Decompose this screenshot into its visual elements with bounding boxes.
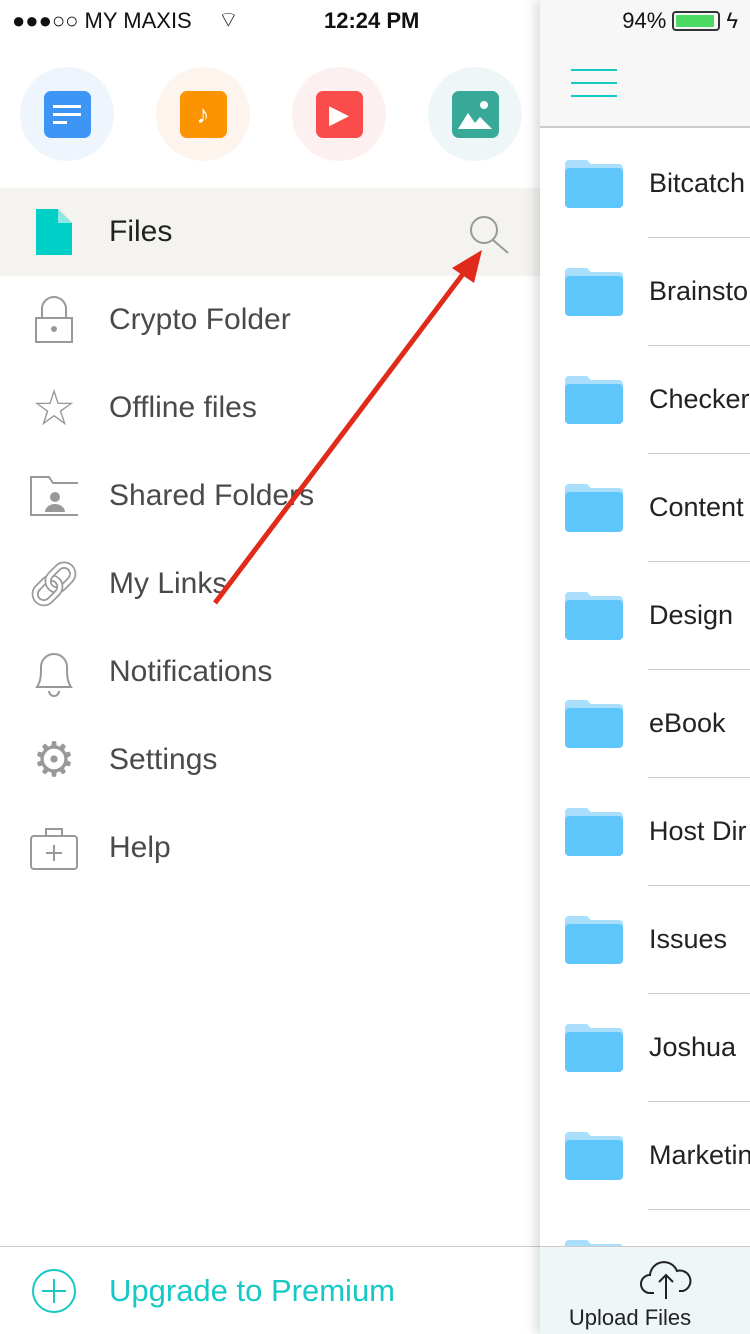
lock-icon (30, 296, 78, 344)
folder-row[interactable]: Design (540, 562, 750, 670)
folder-icon (565, 484, 623, 532)
folder-name: Host Dir (649, 816, 747, 846)
play-icon: ▶ (315, 90, 363, 138)
menu-label: Shared Folders (109, 479, 315, 512)
gear-icon: ⚙ (32, 734, 76, 787)
menu-label: Help (109, 831, 171, 864)
folder-name: Brainsto (649, 276, 749, 306)
search-icon[interactable] (468, 214, 510, 259)
folder-name: Checker (649, 384, 750, 414)
charging-icon: ϟ (726, 8, 738, 33)
folder-row[interactable]: Host Dir (540, 778, 750, 886)
category-photos[interactable] (428, 67, 522, 161)
menu-label: Settings (109, 743, 218, 776)
clock: 12:24 PM (324, 8, 420, 33)
folder-name: Content (649, 492, 744, 522)
folder-row[interactable]: Checker (540, 346, 750, 454)
link-icon: 🔗︎ (26, 560, 82, 609)
folder-row[interactable]: Joshua (540, 994, 750, 1102)
document-icon (43, 90, 91, 138)
folder-name: eBook (649, 708, 726, 738)
category-music[interactable]: ♪ (156, 67, 250, 161)
wifi-icon: ⌔ (218, 7, 239, 32)
menu-item-settings[interactable]: ⚙ Settings (0, 716, 540, 804)
menu-item-notifications[interactable]: Notifications (0, 628, 540, 716)
menu-label: Offline files (109, 391, 257, 424)
folder-icon (565, 1024, 623, 1072)
folder-icon (565, 700, 623, 748)
file-icon (30, 208, 78, 256)
menu-label: Crypto Folder (109, 303, 291, 336)
upgrade-label: Upgrade to Premium (109, 1273, 396, 1308)
category-videos[interactable]: ▶ (292, 67, 386, 161)
star-icon: ☆ (31, 380, 77, 436)
menu-label: Notifications (109, 655, 273, 688)
menu-label: My Links (109, 567, 228, 600)
battery-icon (672, 11, 721, 31)
menu-item-help[interactable]: Help (0, 804, 540, 892)
category-documents[interactable] (20, 67, 114, 161)
folder-row[interactable]: Bitcatch (540, 130, 750, 238)
folder-name: Bitcatch (649, 168, 746, 198)
upgrade-button[interactable]: Upgrade to Premium (0, 1246, 540, 1334)
music-icon: ♪ (179, 90, 227, 138)
menu-item-crypto-folder[interactable]: Crypto Folder (0, 276, 540, 364)
folder-row[interactable]: eBook (540, 670, 750, 778)
hamburger-menu-icon[interactable] (571, 68, 617, 103)
upload-files-button[interactable]: Upload Files (540, 1246, 750, 1334)
folder-icon (565, 916, 623, 964)
folder-name: Issues (649, 924, 728, 954)
carrier: ●●●○○ MY MAXIS (12, 8, 192, 33)
folder-row[interactable]: Brainsto (540, 238, 750, 346)
folder-icon (565, 160, 623, 208)
upload-label: Upload Files (568, 1305, 692, 1330)
menu-item-my-links[interactable]: 🔗︎ My Links (0, 540, 540, 628)
shared-folder-icon (30, 472, 78, 520)
image-icon (451, 90, 499, 138)
menu-item-offline-files[interactable]: ☆ Offline files (0, 364, 540, 452)
folder-icon (565, 1132, 623, 1180)
status-bar: ●●●○○ MY MAXIS ⌔ 12:24 PM 94% ϟ (0, 0, 750, 40)
plus-circle-icon (31, 1268, 77, 1319)
folder-row[interactable]: Issues (540, 886, 750, 994)
folder-name: Joshua (649, 1032, 737, 1062)
menu-label: Files (109, 215, 173, 248)
file-list-panel: Bitcatch Brainsto Checker Content Design eBoo… (540, 0, 750, 1334)
folder-row[interactable]: Marketin (540, 1102, 750, 1210)
battery-percent: 94% (622, 8, 667, 33)
folder-icon (565, 376, 623, 424)
folder-icon (565, 808, 623, 856)
cloud-upload-icon (640, 1259, 692, 1304)
first-aid-icon (30, 824, 78, 872)
folder-name: Design (649, 600, 734, 630)
folder-icon (565, 268, 623, 316)
menu-item-shared-folders[interactable]: Shared Folders (0, 452, 540, 540)
folder-name: Marketin (649, 1140, 750, 1170)
menu-item-files[interactable]: Files (0, 188, 540, 276)
bell-icon (30, 648, 78, 697)
folder-icon (565, 592, 623, 640)
folder-row[interactable]: Content (540, 454, 750, 562)
